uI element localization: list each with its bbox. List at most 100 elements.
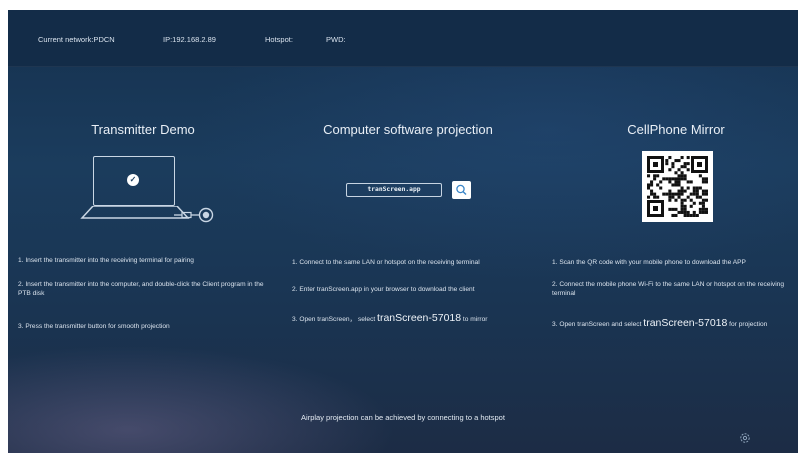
qr-module [695,189,699,193]
cellphone-step-2: 2. Connect the mobile phone Wi-Fi to the… [552,281,785,297]
qr-module [689,204,693,208]
cellphone-step-1: 1. Scan the QR code with your mobile pho… [552,259,746,266]
qr-module [668,195,672,199]
qr-module [671,183,675,187]
qr-module [701,177,705,181]
qr-module [701,201,705,205]
transmitter-step-3: 3. Press the transmitter button for smoo… [18,323,170,330]
qr-module [683,162,687,166]
qr-module [653,174,657,178]
qr-module [704,210,708,214]
qr-module [671,207,675,211]
qr-module [680,201,684,205]
qr-code [642,151,713,222]
qr-module [665,162,669,166]
qr-module [686,180,690,184]
qr-module [680,189,684,193]
qr-module [677,180,681,184]
search-icon [456,184,467,195]
cellphone-device-name: tranScreen-57018 [643,317,728,329]
transmitter-step-2: 2. Insert the transmitter into the compu… [18,281,264,297]
qr-module [668,198,672,202]
qr-module [704,198,708,202]
qr-module [692,192,696,196]
qr-module [677,183,681,187]
airplay-hotspot-note: Airplay projection can be achieved by co… [301,413,505,422]
qr-module [683,177,687,181]
qr-module [695,213,699,217]
software-step-3-suffix: to mirror [461,316,488,323]
qr-module [653,192,657,196]
qr-module [677,192,681,196]
qr-module [680,171,684,175]
qr-module [698,195,702,199]
password-label: PWD: [326,35,346,44]
usb-dongle-icon [174,207,214,223]
qr-module [698,210,702,214]
settings-icon[interactable] [739,432,751,444]
cellphone-step-3-prefix: 3. Open tranScreen and select [552,321,644,328]
qr-module [680,156,684,160]
qr-module [668,189,672,193]
qr-module [692,213,696,217]
qr-module [656,174,660,178]
qr-module [683,207,687,211]
qr-module [671,192,675,196]
qr-module [695,195,699,199]
projection-home-screen: Current network:PDCN IP:192.168.2.89 Hot… [8,10,798,453]
qr-module [656,183,660,187]
check-icon: ✓ [127,174,139,186]
cellphone-step-3-suffix: for projection [727,321,768,328]
qr-module [668,180,672,184]
qr-module [668,168,672,172]
qr-module [668,177,672,181]
qr-module [686,210,690,214]
software-step-1: 1. Connect to the same LAN or hotspot on… [292,259,480,266]
qr-module [680,174,684,178]
qr-module [698,186,702,190]
qr-module [683,213,687,217]
qr-module [686,156,690,160]
qr-module [674,207,678,211]
qr-module [683,210,687,214]
qr-module [665,177,669,181]
qr-module [686,168,690,172]
qr-module [680,186,684,190]
software-step-2: 2. Enter tranScreen.app in your browser … [292,286,475,293]
qr-module [668,192,672,196]
qr-module [662,177,666,181]
qr-module [653,177,657,181]
qr-module [650,189,654,193]
cellphone-step-3: 3. Open tranScreen and select tranScreen… [552,317,798,331]
qr-module [704,177,708,181]
qr-module [674,213,678,217]
search-button[interactable] [452,181,471,199]
qr-module [674,180,678,184]
qr-module [680,210,684,214]
qr-module [662,192,666,196]
qr-module [677,189,681,193]
qr-module [686,162,690,166]
qr-module [650,180,654,184]
qr-module [683,189,687,193]
qr-module [671,195,675,199]
qr-module [698,207,702,211]
qr-module [692,201,696,205]
qr-module [659,186,663,190]
qr-module [695,192,699,196]
cellphone-mirror-title: CellPhone Mirror [627,122,725,137]
qr-module [704,180,708,184]
qr-module [689,198,693,202]
qr-module [671,213,675,217]
qr-module [701,204,705,208]
download-url-field[interactable]: tranScreen.app [346,183,442,197]
qr-module [701,198,705,202]
qr-module [647,195,651,199]
qr-module [680,177,684,181]
qr-module [677,195,681,199]
qr-module [647,174,651,178]
qr-module [686,213,690,217]
qr-module [668,156,672,160]
qr-module [692,186,696,190]
qr-module [704,207,708,211]
